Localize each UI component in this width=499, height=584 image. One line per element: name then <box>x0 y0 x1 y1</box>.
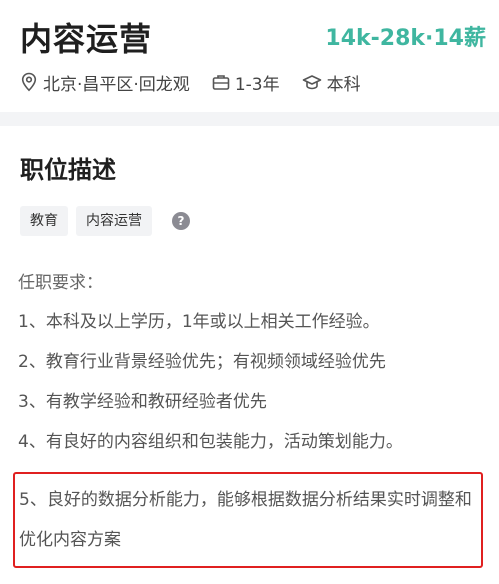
requirement-item-2: 2、教育行业背景经验优先；有视频领域经验优先 <box>18 352 386 372</box>
education-text: 本科 <box>326 74 361 95</box>
briefcase-icon <box>212 75 230 90</box>
graduation-cap-icon <box>302 75 321 90</box>
job-header: 内容运营 14k-28k·14薪 北京·昌平区·回龙观 1-3年 本科 <box>0 0 499 112</box>
requirement-item-1: 1、本科及以上学历，1年或以上相关工作经验。 <box>18 312 380 332</box>
location-pin-icon <box>21 72 37 92</box>
requirement-item-5-highlighted: 5、良好的数据分析能力，能够根据数据分析结果实时调整和优化内容方案 <box>13 472 483 568</box>
tag-education[interactable]: 教育 <box>20 206 68 236</box>
job-description-card: 职位描述 教育 内容运营 ? 任职要求： 1、本科及以上学历，1年或以上相关工作… <box>0 126 499 584</box>
tag-content-operation[interactable]: 内容运营 <box>76 206 152 236</box>
experience-meta: 1-3年 <box>212 70 280 95</box>
experience-text: 1-3年 <box>234 74 280 95</box>
salary: 14k-28k·14薪 <box>325 26 486 51</box>
job-meta: 北京·昌平区·回龙观 1-3年 本科 <box>20 70 383 95</box>
tag-list: 教育 内容运营 ? <box>20 206 190 236</box>
education-meta: 本科 <box>302 70 361 95</box>
job-title: 内容运营 <box>20 20 153 58</box>
requirement-item-4: 4、有良好的内容组织和包装能力，活动策划能力。 <box>18 432 403 452</box>
requirement-item-3: 3、有教学经验和教研经验者优先 <box>18 392 267 412</box>
section-separator <box>0 112 499 126</box>
requirements-label: 任职要求： <box>18 273 103 293</box>
question-icon[interactable]: ? <box>172 212 190 230</box>
requirements-list: 1、本科及以上学历，1年或以上相关工作经验。 2、教育行业背景经验优先；有视频领… <box>13 310 490 568</box>
location-meta: 北京·昌平区·回龙观 <box>20 70 190 95</box>
location-text: 北京·昌平区·回龙观 <box>43 74 190 95</box>
section-title: 职位描述 <box>20 156 116 184</box>
